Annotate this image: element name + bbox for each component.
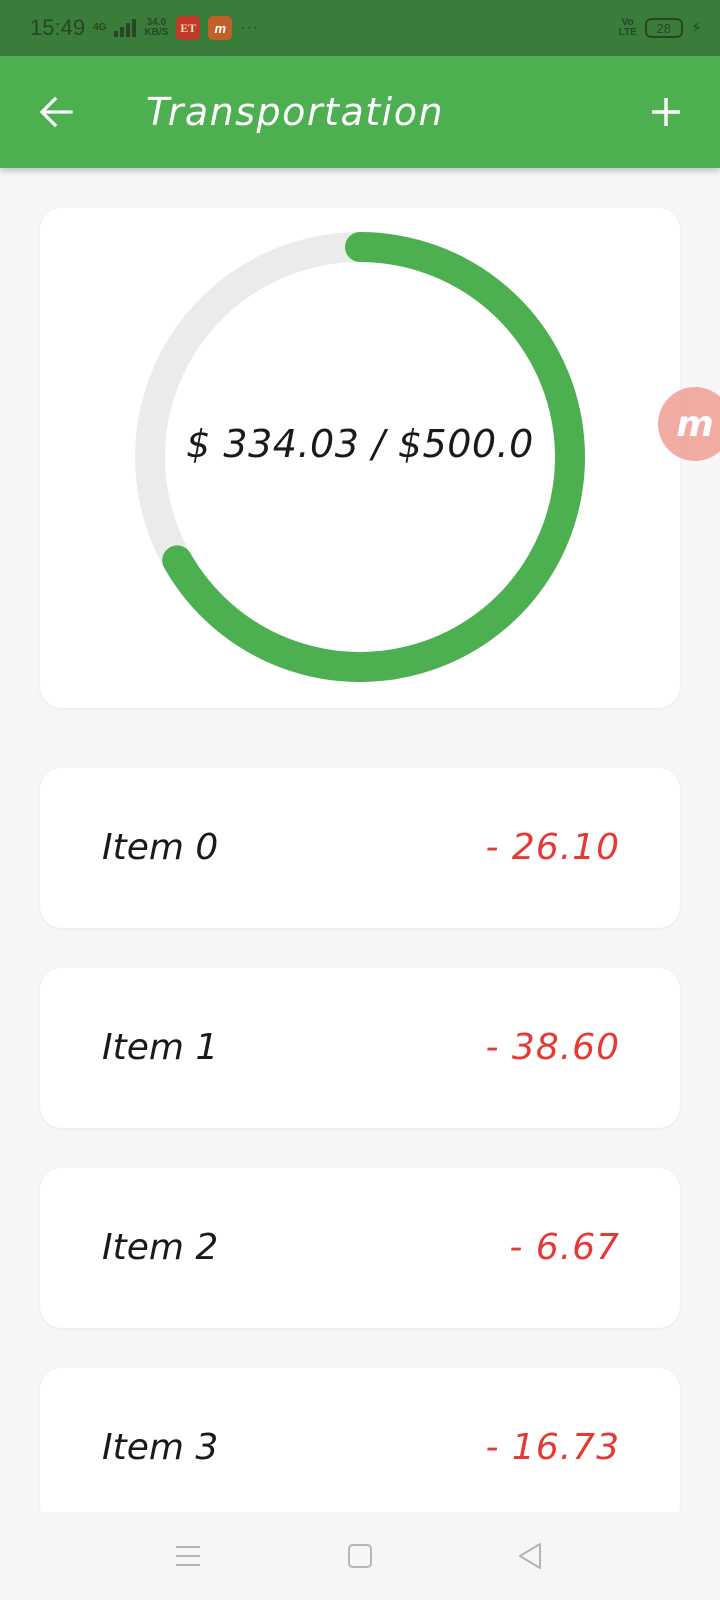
square-icon [348, 1544, 372, 1568]
more-notifications-icon: ··· [240, 19, 260, 36]
status-bar: 15:49 4G 34.0 KB/S ET m ··· Vo LTE 28 ⚡︎ [0, 0, 720, 56]
expense-amount: - 26.10 [485, 827, 620, 868]
battery-level: 28 [656, 20, 671, 36]
status-time: 15:49 [30, 15, 86, 40]
expense-amount: - 6.67 [509, 1227, 620, 1268]
volte-indicator: Vo LTE [619, 18, 637, 38]
menu-icon [176, 1546, 200, 1566]
app-bar: Transportation [0, 56, 720, 168]
add-expense-button[interactable] [638, 84, 694, 140]
network-speed-unit: KB/S [144, 27, 169, 38]
battery-icon: 28 [644, 18, 683, 38]
page-title: Transportation [146, 90, 445, 134]
back-button[interactable] [28, 84, 84, 140]
expense-name: Item 3 [102, 1427, 219, 1468]
expense-name: Item 1 [102, 1027, 219, 1068]
expense-item[interactable]: Item 0 - 26.10 [40, 768, 680, 928]
expense-item[interactable]: Item 3 - 16.73 [40, 1368, 680, 1528]
home-button[interactable] [338, 1534, 382, 1578]
expense-amount: - 16.73 [485, 1427, 620, 1468]
et-app-icon: ET [176, 16, 201, 40]
expense-item[interactable]: Item 1 - 38.60 [40, 968, 680, 1128]
expense-item[interactable]: Item 2 - 6.67 [40, 1168, 680, 1328]
m-app-icon: m [208, 16, 233, 40]
network-type: 4G [93, 22, 107, 33]
expense-name: Item 2 [102, 1227, 219, 1268]
signal-icon [114, 19, 137, 37]
arrow-back-icon [39, 96, 73, 128]
volte-bottom: LTE [618, 27, 637, 38]
budget-summary: $ 334.03 / $500.0 [186, 422, 534, 466]
plus-icon [652, 98, 680, 126]
system-back-button[interactable] [508, 1534, 552, 1578]
system-nav-bar [0, 1512, 720, 1600]
triangle-back-icon [519, 1543, 541, 1569]
charging-icon: ⚡︎ [690, 20, 702, 37]
expense-amount: - 38.60 [485, 1027, 620, 1068]
network-speed: 34.0 KB/S [144, 18, 168, 38]
expense-name: Item 0 [102, 827, 219, 868]
recent-apps-button[interactable] [166, 1534, 210, 1578]
